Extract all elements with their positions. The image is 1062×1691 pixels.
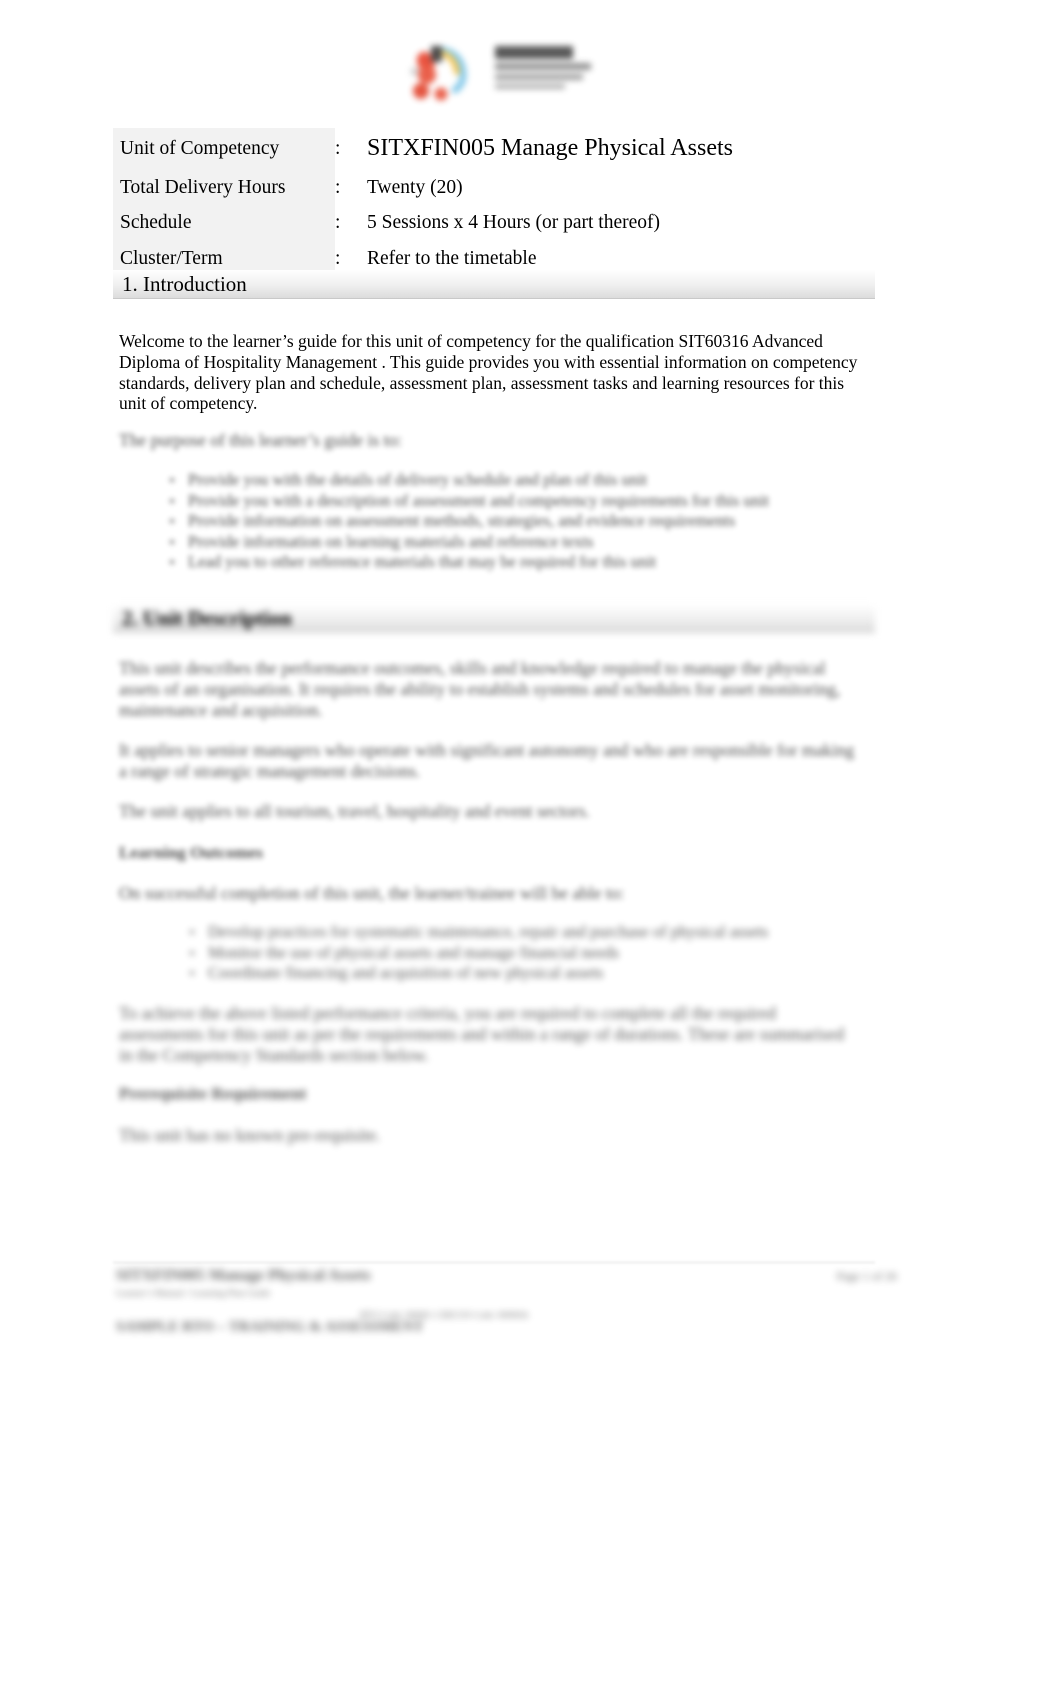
table-row: Total Delivery Hours : Twenty (20) xyxy=(113,169,875,205)
row-value-schedule: 5 Sessions x 4 Hours (or part thereof) xyxy=(367,212,660,233)
footer-subtitle: Learner’s Manual / Learning Plan Guide xyxy=(116,1289,271,1299)
introduction-paragraph: Welcome to the learner’s guide for this … xyxy=(119,331,858,414)
footer-divider xyxy=(113,1262,875,1263)
learning-outcomes-list: Develop practices for systematic mainten… xyxy=(160,922,908,984)
footer-provider-note: RTO Code: 00000 | CRICOS Code: 00000A xyxy=(360,1311,529,1321)
row-label-total-delivery-hours: Total Delivery Hours xyxy=(113,169,335,205)
list-item: Monitor the use of physical assets and m… xyxy=(188,943,908,964)
list-item: Develop practices for systematic mainten… xyxy=(188,922,908,943)
row-label-schedule: Schedule xyxy=(113,205,335,241)
row-separator: : xyxy=(335,176,341,198)
unit-description-paragraph-2: It applies to senior managers who operat… xyxy=(119,740,855,781)
row-label-unit-of-competency: Unit of Competency xyxy=(113,128,335,170)
list-item: Lead you to other reference materials th… xyxy=(168,552,888,573)
unit-description-paragraph-3: The unit applies to all tourism, travel,… xyxy=(119,801,590,821)
introduction-lead-in: The purpose of this learner’s guide is t… xyxy=(119,430,403,450)
row-value-unit-of-competency: SITXFIN005 Manage Physical Assets xyxy=(367,135,733,161)
footer-title: SITXFIN005 Manage Physical Assets xyxy=(116,1267,371,1284)
list-item: Provide you with the details of delivery… xyxy=(168,470,888,491)
introduction-bullet-list: Provide you with the details of delivery… xyxy=(140,470,888,573)
unit-info-table: Unit of Competency : SITXFIN005 Manage P… xyxy=(113,128,875,276)
unit-description-paragraph-4: To achieve the above listed performance … xyxy=(119,1003,845,1065)
list-item: Provide information on learning material… xyxy=(168,532,888,553)
table-row: Unit of Competency : SITXFIN005 Manage P… xyxy=(113,128,875,170)
row-value-total-delivery-hours: Twenty (20) xyxy=(367,176,463,198)
section-heading-unit-description: 2. Unit Description xyxy=(113,604,875,633)
logo-wordmark xyxy=(495,46,599,98)
table-row: Schedule : 5 Sessions x 4 Hours (or part… xyxy=(113,205,875,241)
learning-outcomes-heading: Learning Outcomes xyxy=(119,843,264,862)
institute-logo xyxy=(395,38,600,108)
list-item: Provide information on assessment method… xyxy=(168,511,888,532)
list-item: Coordinate financing and acquisition of … xyxy=(188,963,908,984)
section-heading-introduction-label: 1. Introduction xyxy=(122,272,247,296)
section-heading-introduction: 1. Introduction xyxy=(113,270,875,299)
row-separator: : xyxy=(335,138,341,159)
logo-mark-icon xyxy=(411,46,467,101)
unit-description-paragraph-1: This unit describes the performance outc… xyxy=(119,658,841,720)
section-heading-unit-description-label: 2. Unit Description xyxy=(122,606,292,630)
list-item: Provide you with a description of assess… xyxy=(168,491,888,512)
learning-outcomes-intro: On successful completion of this unit, t… xyxy=(119,883,625,903)
document-page: Unit of Competency : SITXFIN005 Manage P… xyxy=(0,0,1062,1691)
prerequisite-text: This unit has no known pre-requisite. xyxy=(119,1125,381,1145)
footer-page-number: Page 1 of 26 xyxy=(836,1269,897,1283)
prerequisite-heading: Prerequisite Requirement xyxy=(119,1084,307,1103)
row-separator: : xyxy=(335,212,341,233)
